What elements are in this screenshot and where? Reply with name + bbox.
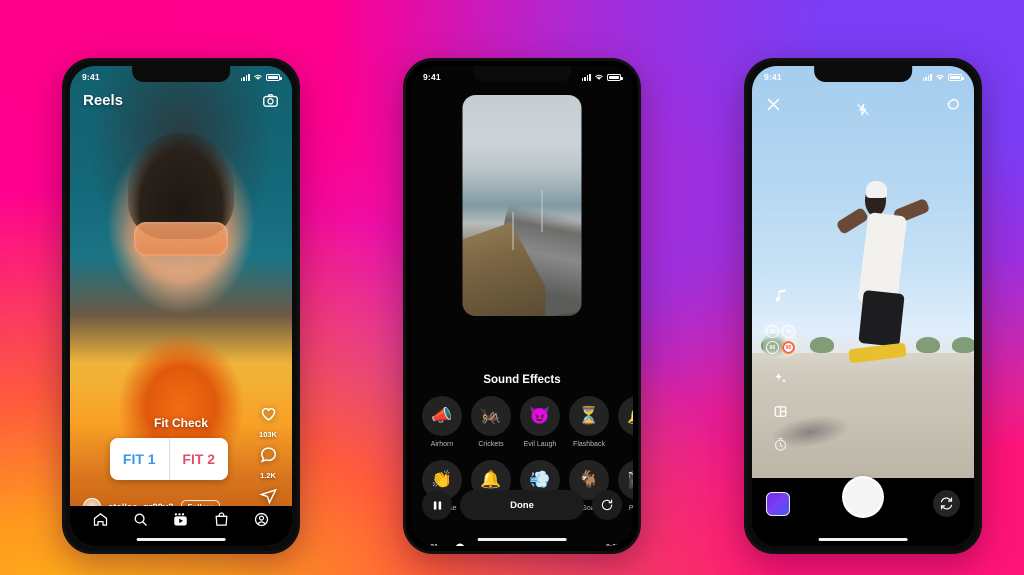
poll-sticker[interactable]: FIT 1 FIT 2 bbox=[110, 438, 228, 480]
sidebar-item-shop[interactable] bbox=[213, 511, 230, 533]
record-button[interactable] bbox=[842, 476, 884, 518]
decor-skater bbox=[835, 177, 943, 382]
battery-icon bbox=[948, 73, 964, 81]
decor-pole-1 bbox=[512, 212, 514, 250]
battery-icon bbox=[607, 73, 623, 81]
timer-icon[interactable] bbox=[773, 437, 788, 457]
sidebar-item-search[interactable] bbox=[132, 511, 149, 533]
phone-notch bbox=[473, 66, 571, 82]
duration-option-60[interactable]: 60 bbox=[766, 341, 779, 354]
cellular-bars-icon bbox=[922, 73, 932, 81]
duration-option-15[interactable]: 15 bbox=[766, 325, 779, 338]
decor-tree-4 bbox=[951, 336, 974, 353]
cellular-bars-icon bbox=[240, 73, 250, 81]
decor-cap bbox=[866, 181, 887, 198]
timeline-knob[interactable] bbox=[455, 543, 465, 546]
section-title: Sound Effects bbox=[483, 374, 561, 386]
sound-effect-label: Plot T bbox=[629, 505, 633, 512]
like-count: 103K bbox=[259, 430, 277, 439]
settings-gear-icon[interactable] bbox=[945, 97, 961, 118]
crickets-icon: 🦗 bbox=[471, 396, 511, 436]
home-indicator bbox=[477, 538, 567, 541]
status-time: 9:41 bbox=[423, 72, 441, 82]
sound-effect-label: Evil Laugh bbox=[523, 441, 557, 448]
reels-header: Reels bbox=[70, 92, 292, 109]
battery-icon bbox=[266, 73, 282, 81]
undo-icon[interactable] bbox=[592, 490, 622, 520]
music-note-icon[interactable] bbox=[773, 288, 788, 308]
wifi-icon bbox=[595, 74, 603, 80]
camera-flip-icon[interactable] bbox=[933, 490, 960, 517]
timeline-current: 0:01 bbox=[424, 544, 438, 546]
decor-pole-2 bbox=[541, 190, 543, 233]
page-title: Reels bbox=[83, 92, 124, 109]
wifi-icon bbox=[936, 74, 944, 80]
camera-icon[interactable] bbox=[262, 92, 279, 109]
sparkles-icon[interactable] bbox=[773, 371, 788, 391]
poll-option-1[interactable]: FIT 1 bbox=[110, 438, 169, 480]
home-indicator bbox=[136, 538, 226, 541]
no-icon: 🔔 bbox=[618, 396, 633, 436]
decor-legs bbox=[858, 290, 905, 348]
sidebar-item-profile[interactable] bbox=[253, 511, 270, 533]
duration-option-90[interactable]: 90 bbox=[782, 341, 795, 354]
flashback-icon: ⏳ bbox=[569, 396, 609, 436]
sound-effect-item[interactable]: 😈 Evil Laugh bbox=[520, 396, 560, 448]
pause-icon[interactable] bbox=[422, 490, 452, 520]
video-preview[interactable] bbox=[462, 95, 582, 316]
sound-effect-label: Crickets bbox=[478, 441, 504, 448]
phone-camera: 9:41 15 30 60 90 bbox=[744, 58, 982, 554]
decor-arm-left bbox=[835, 207, 869, 236]
status-time: 9:41 bbox=[82, 72, 100, 82]
duration-selector[interactable]: 15 30 60 90 bbox=[763, 321, 797, 358]
audio-timeline[interactable]: 0:01 0:05 bbox=[424, 543, 620, 546]
comment-icon[interactable] bbox=[259, 445, 278, 469]
reels-screen: 9:41 Reels Fit Check FIT 1 FIT 2 103K 1.… bbox=[70, 66, 292, 546]
poll-option-2[interactable]: FIT 2 bbox=[170, 438, 229, 480]
decor-tree-2 bbox=[809, 336, 834, 353]
comment-count: 1.2K bbox=[260, 471, 276, 480]
phone-sound-effects: 9:41 Sound Effects 📣 Airhorn 🦗 Crickets … bbox=[403, 58, 641, 554]
sound-effect-item[interactable]: 🦗 Crickets bbox=[471, 396, 511, 448]
decor-sunglasses bbox=[134, 222, 228, 256]
wifi-icon bbox=[254, 74, 262, 80]
decor-skateboard bbox=[848, 342, 907, 364]
phone-notch bbox=[132, 66, 230, 82]
sound-effect-item[interactable]: ⏳ Flashback bbox=[569, 396, 609, 448]
layout-grid-icon[interactable] bbox=[773, 404, 788, 424]
sound-effect-item[interactable]: 📣 Airhorn bbox=[422, 396, 462, 448]
camera-tool-rail: 15 30 60 90 bbox=[763, 288, 797, 457]
evil-laugh-icon: 😈 bbox=[520, 396, 560, 436]
close-x-icon[interactable] bbox=[765, 96, 782, 118]
gallery-thumbnail[interactable] bbox=[766, 492, 790, 516]
sound-effects-row-1: 📣 Airhorn 🦗 Crickets 😈 Evil Laugh ⏳ Flas… bbox=[422, 396, 633, 448]
sidebar-item-home[interactable] bbox=[92, 511, 109, 533]
heart-icon[interactable] bbox=[259, 404, 278, 428]
sound-effect-label: Airhorn bbox=[430, 441, 454, 448]
done-button[interactable]: Done bbox=[460, 490, 584, 520]
home-indicator bbox=[818, 538, 908, 541]
timeline-total: 0:05 bbox=[606, 544, 620, 546]
flash-off-icon[interactable] bbox=[856, 102, 871, 122]
duration-option-30[interactable]: 30 bbox=[782, 325, 795, 338]
status-time: 9:41 bbox=[764, 72, 782, 82]
phone-reels: 9:41 Reels Fit Check FIT 1 FIT 2 103K 1.… bbox=[62, 58, 300, 554]
sound-effect-item[interactable]: 🔔 No bbox=[618, 396, 633, 448]
phone-notch bbox=[814, 66, 912, 82]
airhorn-icon: 📣 bbox=[422, 396, 462, 436]
sound-effects-controls: Done bbox=[422, 490, 622, 520]
sound-effect-label: Flashback bbox=[573, 441, 605, 448]
sound-effects-screen: 9:41 Sound Effects 📣 Airhorn 🦗 Crickets … bbox=[411, 66, 633, 546]
camera-screen: 9:41 15 30 60 90 bbox=[752, 66, 974, 546]
cellular-bars-icon bbox=[581, 73, 591, 81]
sidebar-item-reels[interactable] bbox=[172, 511, 189, 533]
